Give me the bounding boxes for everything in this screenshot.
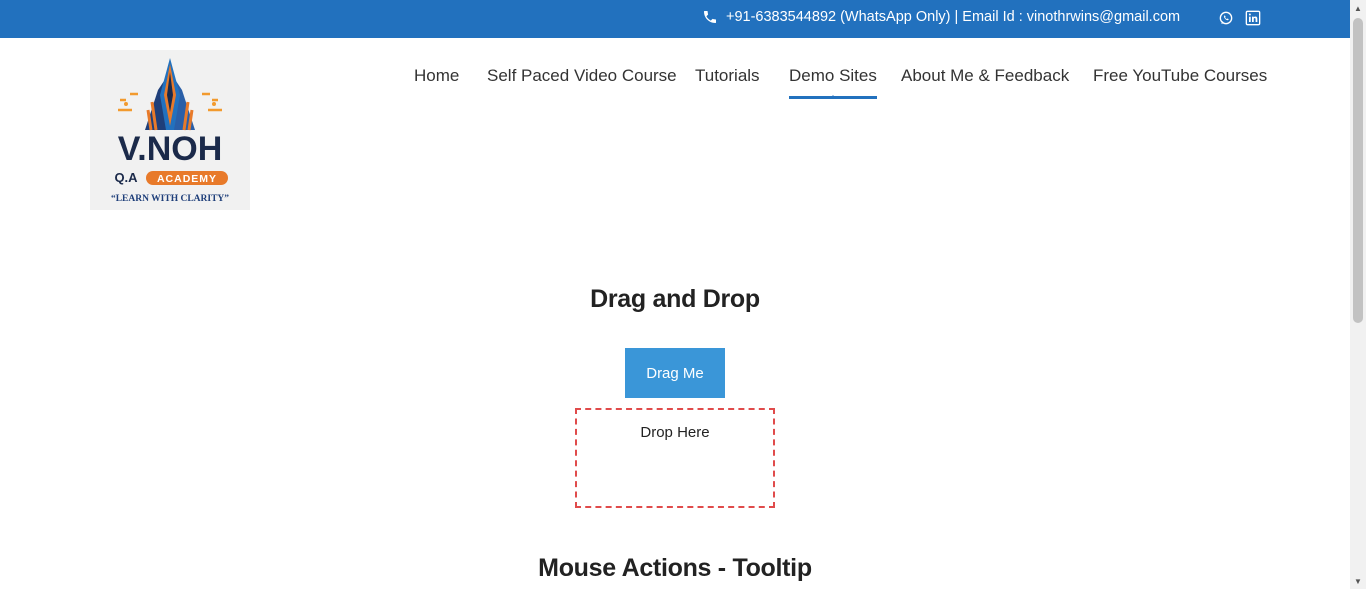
logo-academy: ACADEMY [157,173,217,185]
nav-item-about-me-feedback[interactable]: About Me & Feedback [901,66,1069,86]
logo-emblem: V.NOH Q.A ACADEMY “LEARN WITH CLARITY” [90,50,250,210]
nav-item-free-youtube-courses[interactable]: Free YouTube Courses [1093,66,1267,86]
main-nav: Home Self Paced Video Course Tutorials D… [414,66,1267,102]
phone-icon [704,11,716,23]
scroll-down-arrow-icon[interactable]: ▼ [1350,573,1366,589]
nav-item-demo-sites[interactable]: Demo Sites [789,66,877,99]
drop-zone[interactable]: Drop Here [575,408,775,508]
linkedin-icon[interactable] [1245,10,1261,26]
tooltip-heading: Mouse Actions - Tooltip [538,554,812,582]
logo-tagline: “LEARN WITH CLARITY” [111,193,229,204]
drag-me-button[interactable]: Drag Me [625,348,725,398]
contact-text: +91-6383544892 (WhatsApp Only) | Email I… [726,9,1181,25]
drag-drop-heading: Drag and Drop [590,285,760,313]
vertical-scrollbar[interactable]: ▲ ▼ [1350,0,1366,589]
nav-item-tutorials[interactable]: Tutorials [695,66,760,86]
logo-subtitle: Q.A [114,170,138,185]
top-bar: +91-6383544892 (WhatsApp Only) | Email I… [0,0,1350,38]
nav-item-home[interactable]: Home [414,66,459,86]
nav-item-self-paced-video-course[interactable]: Self Paced Video Course [487,66,677,86]
whatsapp-icon[interactable] [1218,10,1234,26]
logo-brand-text: V.NOH [118,130,223,168]
drop-zone-label: Drop Here [640,424,710,441]
contact-info: +91-6383544892 (WhatsApp Only) | Email I… [702,9,1180,25]
academy-logo[interactable]: V.NOH Q.A ACADEMY “LEARN WITH CLARITY” [90,50,250,210]
scroll-up-arrow-icon[interactable]: ▲ [1350,0,1366,16]
scrollbar-thumb[interactable] [1353,18,1363,323]
